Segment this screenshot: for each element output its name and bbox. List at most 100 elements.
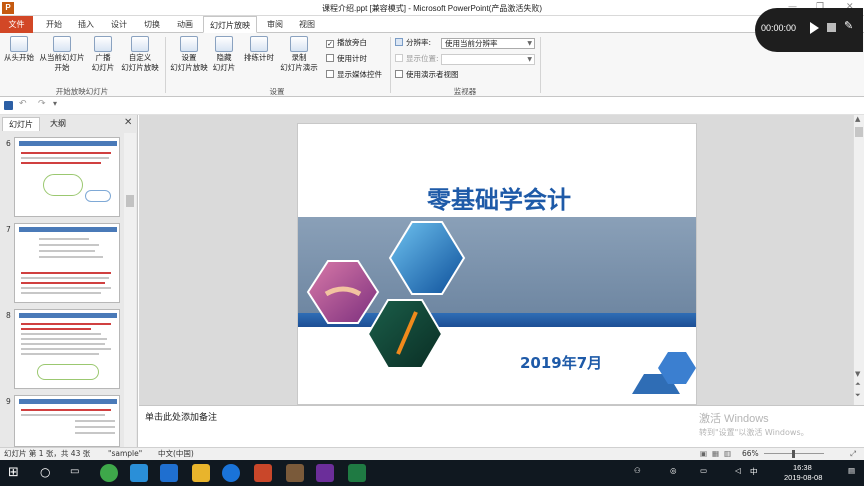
- reading-view-icon[interactable]: ▥: [724, 448, 731, 460]
- slideshow-play-icon: [10, 36, 28, 52]
- monitor-icon: [395, 54, 403, 62]
- language-indicator[interactable]: 中文(中国): [158, 448, 194, 460]
- show-on-dropdown[interactable]: ▼: [441, 54, 535, 65]
- tab-transitions[interactable]: 切换: [138, 16, 166, 33]
- slide-scrollbar[interactable]: ▲ ▼ ⏶ ⏷: [853, 115, 864, 405]
- tab-slide-show[interactable]: 幻灯片放映: [203, 16, 257, 33]
- windows-taskbar: ⊞ ○ ▭ ⚇ ◎ ▭ ◁ 中 16:38 2019-08-08 ▤: [0, 460, 864, 486]
- zoom-level[interactable]: 66%: [742, 448, 759, 460]
- thumb-number: 7: [6, 225, 11, 234]
- slide-date[interactable]: 2019年7月: [520, 352, 602, 373]
- group-divider: [390, 37, 391, 93]
- tab-design[interactable]: 设计: [105, 16, 133, 33]
- thumb-number: 8: [6, 311, 11, 320]
- normal-view-icon[interactable]: ▣: [700, 448, 707, 460]
- custom-slideshow-button[interactable]: 自定义 幻灯片放映: [118, 36, 162, 73]
- thumbnail-scrollbar[interactable]: [124, 133, 136, 447]
- redo-icon[interactable]: ↷: [38, 99, 46, 109]
- tab-review[interactable]: 审阅: [261, 16, 289, 33]
- stop-icon[interactable]: [827, 23, 836, 32]
- axure-icon[interactable]: [316, 464, 334, 482]
- task-view-icon[interactable]: ▭: [70, 466, 79, 477]
- previous-slide-icon[interactable]: ⏶: [855, 380, 861, 389]
- powerpoint-taskbar-icon[interactable]: [254, 464, 272, 482]
- slide-title[interactable]: 零基础学会计: [298, 180, 696, 215]
- scrollbar-thumb[interactable]: [855, 127, 863, 137]
- use-timings-checkbox[interactable]: 使用计时: [326, 54, 367, 64]
- tab-insert[interactable]: 插入: [72, 16, 100, 33]
- zoom-slider-thumb[interactable]: [792, 450, 795, 458]
- slide-hexagon-images: [306, 221, 696, 394]
- tab-slides[interactable]: 幻灯片: [2, 117, 40, 131]
- slide-counter: 幻灯片 第 1 张，共 43 张: [4, 449, 91, 458]
- broadcast-slideshow-button[interactable]: 广播 幻灯片: [88, 36, 118, 73]
- slide-thumbnail[interactable]: [14, 395, 120, 447]
- setup-slideshow-button[interactable]: 设置 幻灯片放映: [168, 36, 210, 73]
- save-icon[interactable]: [4, 101, 13, 110]
- scroll-up-icon[interactable]: ▲: [855, 115, 860, 123]
- network-icon[interactable]: ▭: [700, 466, 707, 475]
- thumb-number: 6: [6, 139, 11, 148]
- video-app-icon[interactable]: [160, 464, 178, 482]
- rehearse-timings-button[interactable]: 排练计时: [242, 36, 276, 63]
- browser-icon[interactable]: [100, 464, 118, 482]
- record-slideshow-button[interactable]: 录制 幻灯片演示: [276, 36, 322, 73]
- from-current-slide-button[interactable]: 从当前幻灯片 开始: [37, 36, 87, 73]
- file-explorer-icon[interactable]: [192, 464, 210, 482]
- custom-slideshow-icon: [131, 36, 149, 52]
- monitor-icon: [395, 38, 403, 46]
- scrollbar-thumb[interactable]: [126, 195, 134, 207]
- pen-icon[interactable]: ✎: [844, 19, 853, 32]
- windows-start-icon[interactable]: ⊞: [8, 465, 19, 480]
- slide-thumbnail[interactable]: [14, 223, 120, 303]
- resolution-label: 分辨率:: [395, 38, 431, 48]
- play-icon[interactable]: [810, 22, 819, 34]
- app-icon[interactable]: [130, 464, 148, 482]
- show-media-controls-checkbox[interactable]: 显示媒体控件: [326, 70, 382, 80]
- notification-icon[interactable]: ▤: [848, 466, 855, 475]
- group-label-setup: 设置: [269, 87, 285, 96]
- slide-sorter-icon[interactable]: ▦: [712, 448, 719, 460]
- show-on-label: 显示位置:: [395, 54, 439, 64]
- volume-icon[interactable]: ◁: [735, 466, 741, 475]
- tab-animations[interactable]: 动画: [171, 16, 199, 33]
- from-beginning-button[interactable]: 从头开始: [2, 36, 36, 63]
- customize-toolbar-icon[interactable]: ▾: [53, 99, 57, 108]
- tab-outline[interactable]: 大纲: [44, 117, 72, 131]
- activation-watermark-title: 激活 Windows: [699, 413, 769, 425]
- close-pane-icon[interactable]: ✕: [124, 117, 132, 128]
- wechat-icon[interactable]: ◎: [670, 466, 677, 475]
- current-slide[interactable]: 零基础学会计 2019年7月: [297, 123, 697, 405]
- people-icon[interactable]: ⚇: [634, 466, 641, 475]
- slide-thumbnail[interactable]: [14, 137, 120, 217]
- app-icon[interactable]: [286, 464, 304, 482]
- ime-indicator[interactable]: 中: [750, 466, 758, 477]
- title-bar: P 课程介绍.ppt [兼容模式] - Microsoft PowerPoint…: [0, 0, 864, 16]
- group-label-start-slideshow: 开始放映幻灯片: [55, 87, 109, 96]
- ribbon: 从头开始 从当前幻灯片 开始 广播 幻灯片 自定义 幻灯片放映 开始放映幻灯片 …: [0, 33, 864, 97]
- record-icon: [290, 36, 308, 52]
- slide-thumbnail-panel: 幻灯片 大纲 ✕ 6 7 8 9: [0, 115, 138, 447]
- notes-placeholder[interactable]: 单击此处添加备注: [145, 410, 217, 423]
- hexagon-people-image: [388, 221, 466, 295]
- scroll-down-icon[interactable]: ▼: [855, 370, 860, 378]
- undo-icon[interactable]: ↶: [19, 99, 27, 109]
- slide-thumbnail[interactable]: [14, 309, 120, 389]
- notes-pane[interactable]: 单击此处添加备注 激活 Windows 转到"设置"以激活 Windows。: [139, 405, 864, 447]
- edge-icon[interactable]: [222, 464, 240, 482]
- tab-home[interactable]: 开始: [40, 16, 68, 33]
- search-icon[interactable]: ○: [40, 465, 50, 479]
- clock-date[interactable]: 2019-08-08: [784, 473, 822, 482]
- clock-time[interactable]: 16:38: [793, 463, 812, 472]
- window-title: 课程介绍.ppt [兼容模式] - Microsoft PowerPoint(产…: [321, 4, 543, 13]
- presenter-view-checkbox[interactable]: 使用演示者视图: [395, 70, 459, 80]
- excel-icon[interactable]: [348, 464, 366, 482]
- play-narrations-checkbox[interactable]: ✓ 播放旁白: [326, 38, 367, 48]
- next-slide-icon[interactable]: ⏷: [855, 391, 861, 400]
- tab-view[interactable]: 视图: [293, 16, 321, 33]
- tab-file[interactable]: 文件: [0, 16, 33, 33]
- group-divider: [165, 37, 166, 93]
- resolution-dropdown[interactable]: 使用当前分辨率 ▼: [441, 38, 535, 49]
- fit-to-window-icon[interactable]: ⤢: [850, 448, 856, 460]
- hide-slide-button[interactable]: 隐藏 幻灯片: [210, 36, 238, 73]
